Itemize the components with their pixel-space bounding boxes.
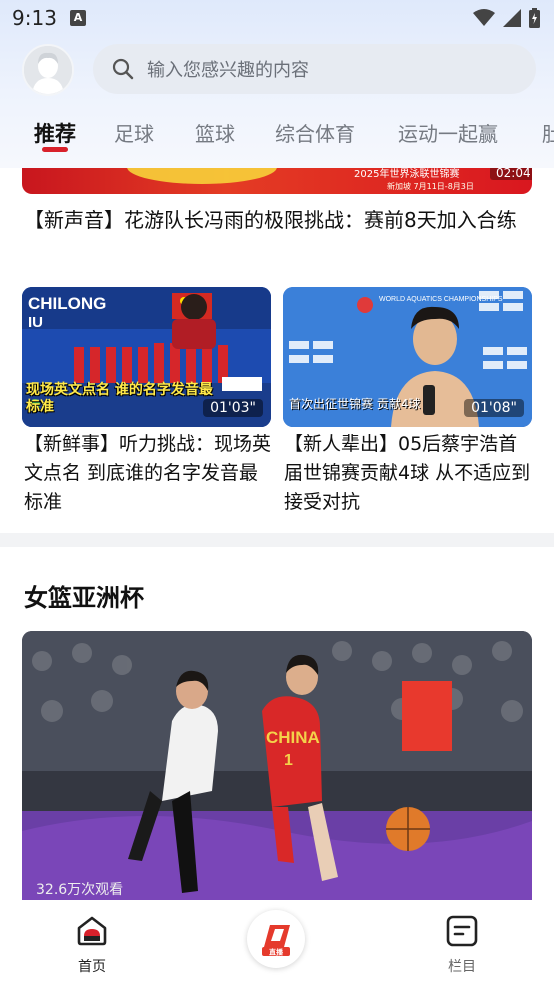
thumb-top-text: CHILONG: [28, 294, 106, 313]
live-icon: 直播: [255, 918, 297, 960]
thumb-caption: 首次出征世锦赛 贡献4球: [289, 397, 421, 411]
video-card[interactable]: WORLD AQUATICS CHAMPIONSHIPS 首次出征世锦赛 贡献4…: [283, 287, 532, 427]
search-bar[interactable]: 输入您感兴趣的内容: [93, 44, 536, 94]
thumb-caption: 现场英文点名 谁的名字发音最标准: [26, 382, 213, 415]
battery-icon: [529, 8, 540, 28]
view-count: 32.6万次观看: [36, 882, 124, 898]
status-time: 9:13: [12, 6, 57, 30]
tab-recommend[interactable]: 推荐: [34, 118, 76, 148]
avatar-icon: [24, 46, 72, 94]
signal-icon: [503, 9, 521, 27]
tab-sport-together[interactable]: 运动一起赢: [398, 118, 498, 147]
notification-icon: A: [70, 10, 86, 26]
search-icon: [112, 58, 134, 80]
jersey-number: 1: [284, 752, 293, 769]
nav-home-label: 首页: [78, 959, 106, 975]
thumb-top-text: WORLD AQUATICS CHAMPIONSHIPS: [379, 296, 503, 303]
video-duration: 01'08": [464, 399, 524, 417]
nav-live[interactable]: 直播: [247, 910, 305, 968]
nav-live-label: 直播: [269, 948, 284, 957]
tab-more[interactable]: 肚: [542, 118, 554, 147]
tab-basketball[interactable]: 篮球: [195, 118, 235, 147]
jersey-text: CHINA: [266, 728, 320, 747]
banner-subtext: 新加坡 7月11日-8月3日: [387, 182, 474, 191]
video-duration: 01'03": [203, 399, 263, 417]
banner-text: 2025年世界泳联世锦赛: [354, 169, 460, 180]
banner-graphic: [127, 168, 277, 184]
tab-general-sports[interactable]: 综合体育: [275, 118, 355, 147]
banner-duration: 02:04: [490, 168, 532, 180]
video-card-title[interactable]: 【新鲜事】听力挑战：现场英文点名 到底谁的名字发音最标准: [24, 430, 274, 517]
video-card-title[interactable]: 【新人辈出】05后蔡宇浩首届世锦赛贡献4球 从不适应到接受对抗: [284, 430, 534, 517]
section-divider: [0, 533, 554, 547]
status-icons: [473, 8, 540, 28]
feed-item-title[interactable]: 【新声音】花游队长冯雨的极限挑战：赛前8天加入合练: [24, 204, 530, 236]
basketball-photo: CHINA 1: [22, 631, 532, 901]
active-tab-indicator: [42, 147, 68, 152]
svg-text:IU: IU: [28, 314, 43, 331]
nav-column[interactable]: 栏目: [432, 914, 492, 976]
category-tabs: 推荐 足球 篮球 综合体育 运动一起赢 肚: [0, 108, 554, 158]
wifi-icon: [473, 9, 495, 26]
video-card[interactable]: CHILONG IU 现场英文点名 谁的名字发音最标准 01'03": [22, 287, 271, 427]
user-avatar[interactable]: [22, 44, 74, 96]
nav-column-label: 栏目: [448, 959, 476, 975]
video-banner[interactable]: 2025年世界泳联世锦赛 新加坡 7月11日-8月3日 02:04: [22, 168, 532, 194]
nav-home[interactable]: 首页: [62, 914, 122, 976]
search-placeholder: 输入您感兴趣的内容: [147, 60, 309, 81]
section-title[interactable]: 女篮亚洲杯: [24, 578, 144, 613]
column-icon: [446, 915, 478, 947]
featured-photo[interactable]: CHINA 1 32.6万次观看: [22, 631, 532, 901]
bottom-navigation: 首页 直播 栏目: [0, 900, 554, 984]
home-icon: [77, 916, 107, 946]
status-bar: 9:13 A: [0, 0, 554, 36]
tab-football[interactable]: 足球: [114, 118, 154, 147]
